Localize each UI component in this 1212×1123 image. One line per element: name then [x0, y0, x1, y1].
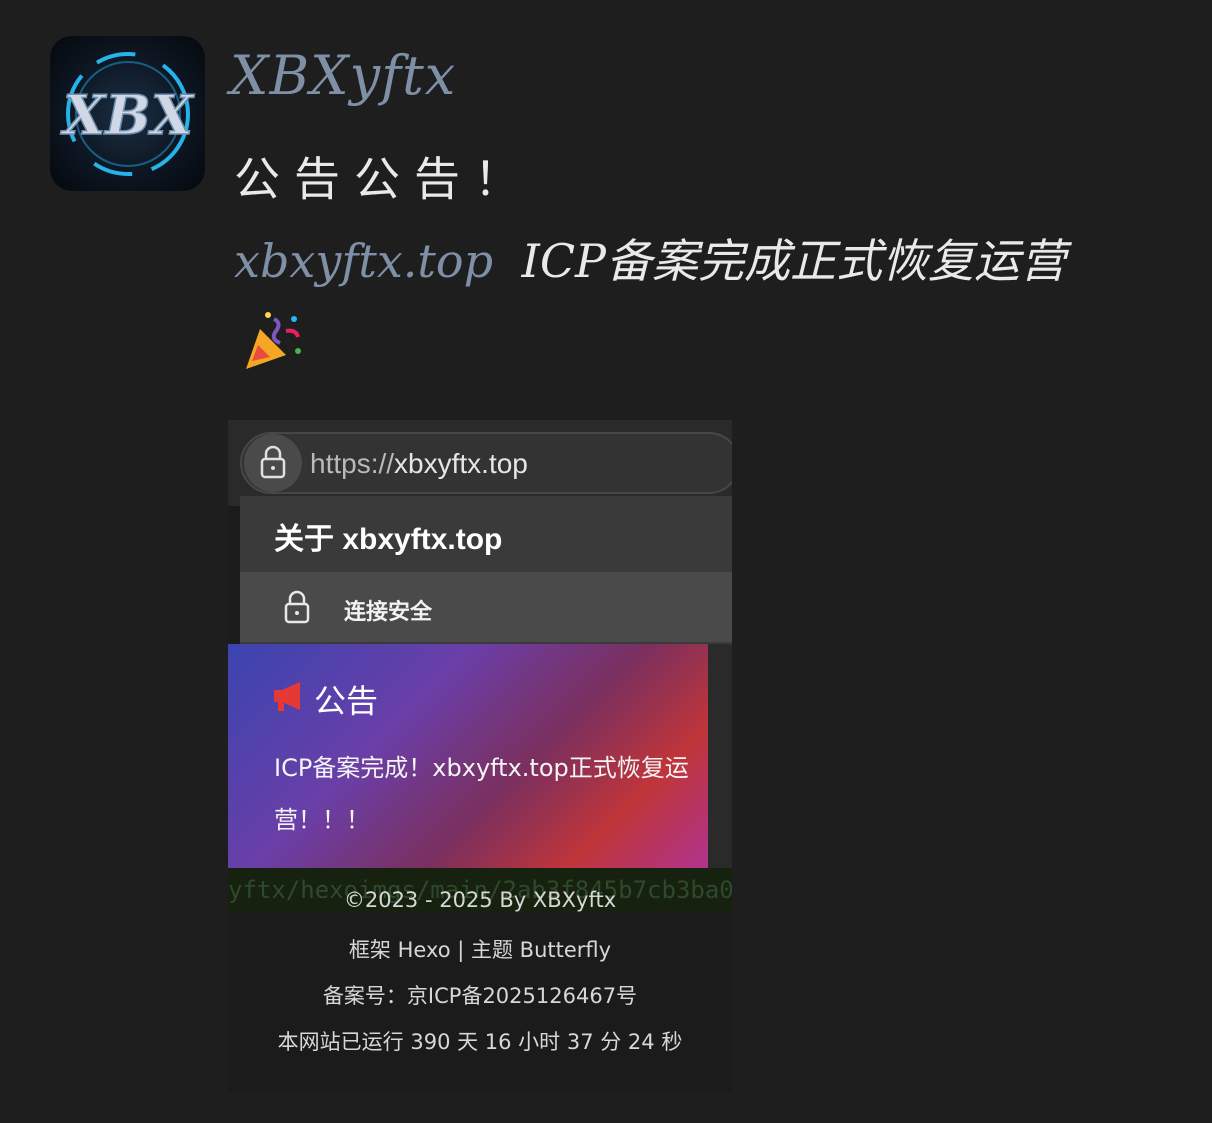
- megaphone-icon: [274, 682, 300, 711]
- connection-secure-label: 连接安全: [344, 600, 433, 625]
- party-popper-icon: [240, 311, 304, 373]
- lock-icon: [260, 445, 286, 479]
- announcement-card: 公告 ICP备案完成！xbxyftx.top正式恢复运营！！！: [228, 644, 732, 868]
- site-info-popup: 关于 xbxyftx.top 连接安全: [240, 496, 732, 644]
- url-field[interactable]: https://xbxyftx.top: [240, 432, 732, 494]
- message-link[interactable]: xbxyftx.top: [234, 234, 493, 288]
- popup-title: 关于 xbxyftx.top: [274, 523, 503, 556]
- url-text: https://xbxyftx.top: [310, 448, 528, 479]
- announcement-title: 公告: [314, 682, 379, 720]
- footer-framework: 框架 Hexo | 主题 Butterfly: [348, 938, 612, 962]
- svg-text:XBX: XBX: [60, 83, 195, 147]
- lock-icon: [284, 590, 310, 624]
- message-rest: ICP备案完成正式恢复运营: [521, 234, 1066, 288]
- footer-uptime: 本网站已运行 390 天 16 小时 37 分 24 秒: [277, 1030, 683, 1054]
- message-text: 公告公告！ xbxyftx.top ICP备案完成正式恢复运营: [234, 138, 1134, 384]
- avatar-logo: XBX: [60, 52, 196, 176]
- avatar[interactable]: XBX: [50, 36, 205, 191]
- browser-address-bar: https://xbxyftx.top: [228, 420, 732, 506]
- footer-icp[interactable]: 备案号：京ICP备2025126467号: [228, 980, 732, 1010]
- embedded-screenshot: https://xbxyftx.top 关于 xbxyftx.top 连接安全 …: [228, 420, 732, 1092]
- announcement-body: ICP备案完成！xbxyftx.top正式恢复运营！！！: [274, 754, 689, 834]
- footer-copyright: ©2023 - 2025 By XBXyftx: [343, 888, 617, 912]
- message-line-2: xbxyftx.top ICP备案完成正式恢复运营: [234, 220, 1134, 384]
- site-info-button[interactable]: [244, 434, 302, 492]
- connection-secure-row[interactable]: 连接安全: [240, 572, 732, 642]
- username[interactable]: XBXyftx: [230, 44, 456, 107]
- message-line-1: 公告公告！: [234, 152, 534, 206]
